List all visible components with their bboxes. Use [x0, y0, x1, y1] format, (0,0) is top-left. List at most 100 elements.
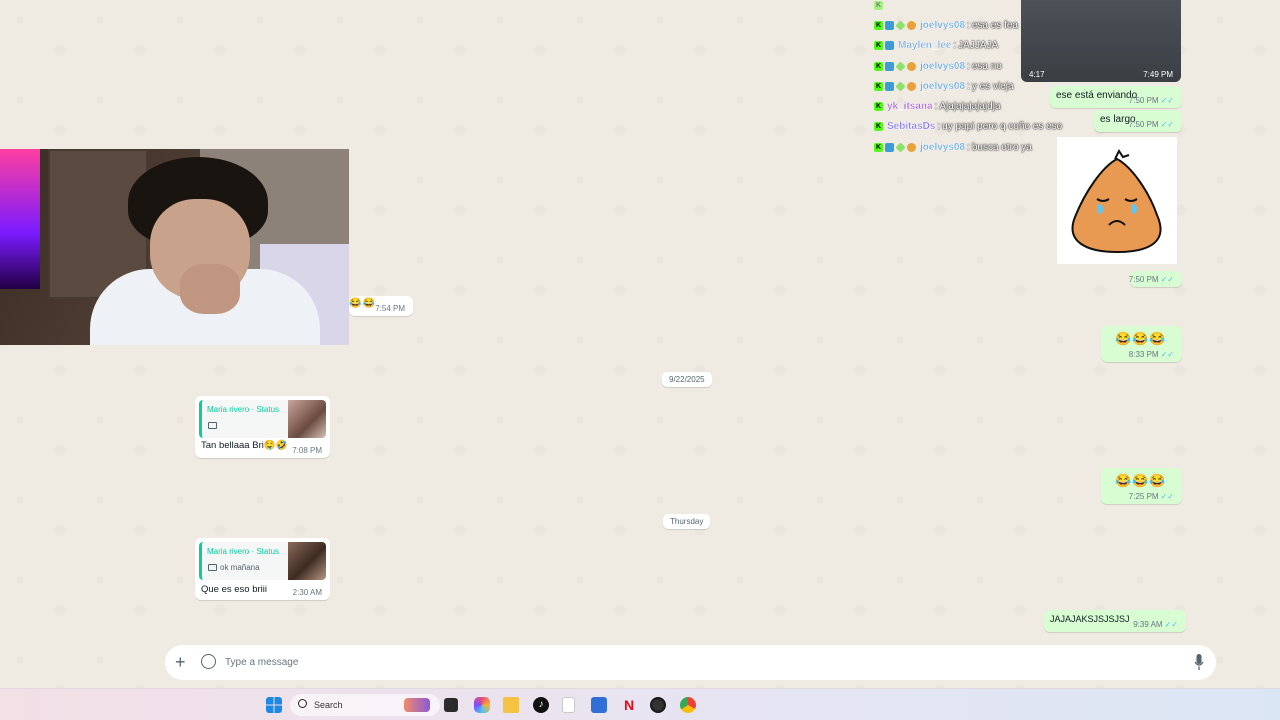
read-ticks-icon: ✓✓ [1160, 350, 1174, 359]
status-thumbnail [288, 400, 326, 438]
sticker-message[interactable] [1057, 137, 1177, 264]
chrome-icon[interactable] [680, 697, 696, 713]
kick-badge-icon: K [874, 61, 883, 71]
stream-chat-message: uy papi pero q coño es eso [942, 121, 1063, 133]
stream-chat-user: Maylen_lee [898, 40, 952, 52]
tiktok-icon[interactable]: ♪ [533, 697, 549, 713]
incoming-message[interactable]: 😂😂 7:54 PM [349, 296, 413, 316]
stream-chat-overlay: K K joelvys08: esa es fea K Maylen_lee: … [874, 0, 1094, 157]
search-icon [298, 699, 307, 708]
outgoing-message[interactable]: JAJAJAKSJSJSJSJ 9:39 AM ✓✓ [1044, 610, 1186, 632]
attach-plus-icon[interactable]: + [175, 652, 186, 672]
status-reply-message[interactable]: Maria rivero · Status ok mañana Que es e… [195, 538, 330, 600]
gem-badge-icon [895, 142, 906, 153]
quote-title: Maria rivero · Status [207, 405, 280, 414]
stream-chat-user: yk_itsana [887, 101, 933, 113]
taskbar-search[interactable]: Search [290, 694, 440, 716]
microphone-icon[interactable] [1194, 653, 1204, 671]
kick-badge-icon: K [874, 142, 883, 152]
file-explorer-icon[interactable] [503, 697, 519, 713]
status-quote[interactable]: Maria rivero · Status [199, 400, 326, 438]
emoji-badge-icon [907, 81, 916, 91]
sub-badge-icon [885, 81, 894, 91]
message-time: 7:50 PM [1128, 275, 1159, 284]
message-time: 7:54 PM [375, 304, 405, 313]
outgoing-message[interactable]: ese está enviando 7:50 PM ✓✓ [1050, 86, 1182, 108]
sticker-meta: 7:50 PM ✓✓ [1128, 271, 1182, 287]
outgoing-message[interactable]: 😂😂😂 8:33 PM ✓✓ [1101, 326, 1182, 362]
message-meta: 7:25 PM ✓✓ [1129, 492, 1174, 501]
search-highlight-icon [404, 698, 430, 712]
copilot-icon[interactable] [474, 697, 490, 713]
message-meta: 7:50 PM ✓✓ [1129, 120, 1174, 129]
sub-badge-icon [885, 142, 894, 152]
message-time: 2:30 AM [292, 588, 322, 597]
outgoing-message[interactable]: 😂😂😂 7:25 PM ✓✓ [1101, 468, 1182, 504]
message-time: 9:39 AM [1133, 620, 1163, 629]
search-label: Search [314, 700, 343, 710]
stream-chat-message: busca otro ya [971, 141, 1032, 153]
gem-badge-icon [895, 60, 906, 72]
message-text: JAJAJAKSJSJSJSJ [1050, 614, 1130, 624]
stream-chat-message: esa no [971, 60, 1002, 72]
kick-badge-icon: K [874, 20, 883, 30]
video-icon [208, 422, 217, 429]
emoji-badge-icon [907, 20, 916, 30]
taskbar: Search ♪ N [0, 688, 1280, 720]
message-composer: + [165, 645, 1216, 680]
stream-chat-line: K SebitasDs: uy papi pero q coño es eso [874, 121, 1063, 133]
stream-chat-message: esa es fea [971, 19, 1018, 31]
status-reply-message[interactable]: Maria rivero · Status Tan bellaaa Bri🤤🤣 … [195, 396, 330, 458]
netflix-icon[interactable]: N [621, 697, 637, 713]
read-ticks-icon: ✓✓ [1160, 492, 1174, 501]
task-view-icon[interactable] [444, 698, 458, 712]
message-meta: 8:33 PM ✓✓ [1129, 350, 1174, 359]
emoji-badge-icon [907, 61, 916, 71]
message-time: 7:25 PM [1128, 492, 1159, 501]
windows-start-icon[interactable] [266, 697, 282, 713]
emoji-badge-icon [907, 142, 916, 152]
stream-chat-line: K Maylen_lee: JAJJAJA [874, 40, 999, 52]
stream-chat-line: K joelvys08: esa no [874, 60, 1002, 72]
message-time: 8:33 PM [1128, 350, 1159, 359]
sub-badge-icon [885, 61, 894, 71]
sub-badge-icon [885, 20, 894, 30]
stream-chat-line: K [874, 0, 1094, 15]
stream-chat-user: SebitasDs [887, 121, 936, 133]
obs-icon[interactable] [650, 697, 666, 713]
chat-area[interactable]: 4:17 7:49 PM K K joelvys08: esa es fea K… [0, 0, 1280, 688]
sub-badge-icon [885, 41, 894, 51]
date-separator: Thursday [663, 514, 711, 529]
video-icon [208, 564, 217, 571]
notepad-icon[interactable] [562, 697, 575, 713]
read-ticks-icon: ✓✓ [1164, 620, 1178, 629]
stream-chat-user: joelvys08 [920, 60, 966, 72]
kick-badge-icon: K [874, 102, 883, 112]
message-text: 😂😂 [349, 298, 376, 309]
message-time: 7:50 PM [1128, 120, 1159, 129]
stream-chat-user: joelvys08 [920, 19, 966, 31]
quote-title: Maria rivero · Status [207, 547, 280, 556]
message-text: Que es eso briii [201, 584, 268, 595]
message-text: ese está enviando [1056, 90, 1138, 101]
read-ticks-icon: ✓✓ [1160, 120, 1174, 129]
gem-badge-icon [895, 20, 906, 31]
stream-chat-message: Ajajajajajajdja [939, 101, 1001, 113]
stream-chat-message: y es vieja [971, 80, 1014, 92]
status-thumbnail [288, 542, 326, 580]
stream-chat-message: JAJJAJA [958, 40, 999, 52]
status-quote[interactable]: Maria rivero · Status ok mañana [199, 542, 326, 580]
kick-badge-icon: K [874, 81, 883, 91]
outgoing-message[interactable]: es largo 7:50 PM ✓✓ [1094, 110, 1182, 132]
message-time: 7:50 PM [1128, 96, 1159, 105]
message-text: 😂😂😂 [1115, 331, 1167, 346]
emoji-picker-icon[interactable] [201, 654, 216, 669]
message-time: 7:49 PM [1143, 70, 1173, 79]
kick-badge-icon: K [874, 122, 883, 132]
microsoft-store-icon[interactable] [591, 697, 607, 713]
message-meta: 7:50 PM ✓✓ [1129, 96, 1174, 105]
read-ticks-icon: ✓✓ [1160, 275, 1174, 284]
message-input[interactable] [225, 653, 1125, 671]
stream-chat-line: K joelvys08: esa es fea [874, 19, 1018, 31]
date-separator: 9/22/2025 [662, 372, 712, 387]
